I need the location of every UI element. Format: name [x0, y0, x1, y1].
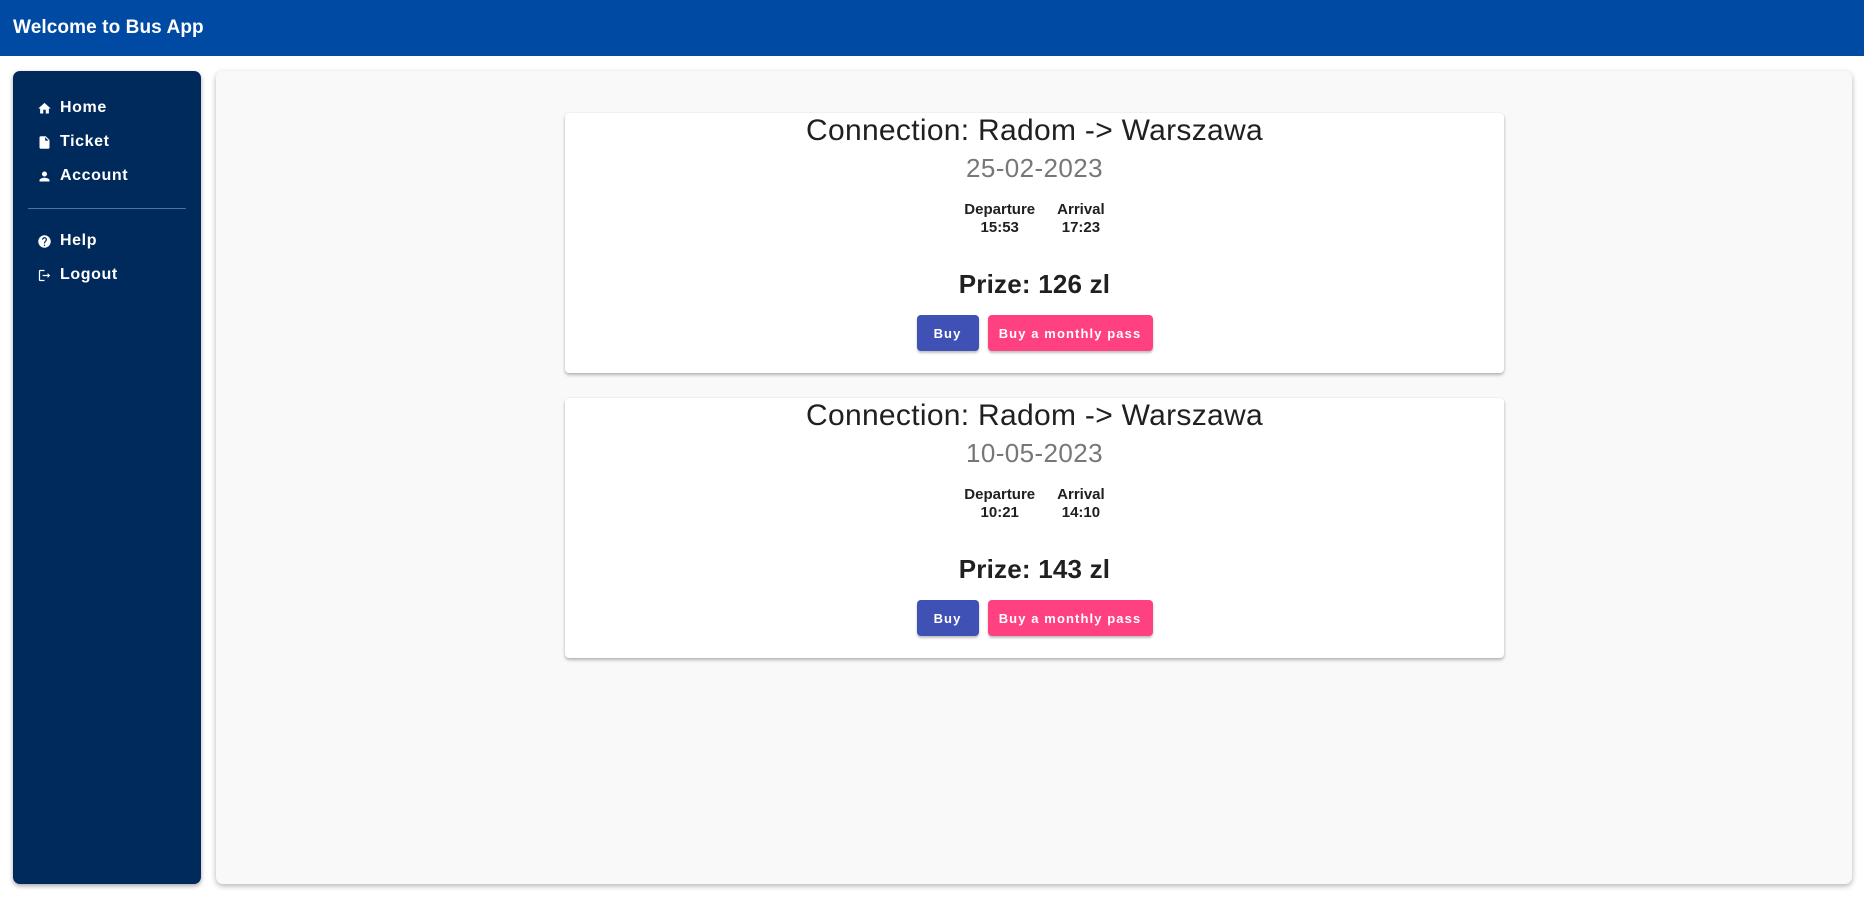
- main-content: Connection: Radom -> Warszawa 25-02-2023…: [216, 71, 1852, 884]
- card-actions: Buy Buy a monthly pass: [565, 315, 1504, 351]
- departure-time: 10:21: [980, 504, 1019, 521]
- buy-button[interactable]: Buy: [916, 315, 979, 351]
- arrival-block: Arrival 17:23: [1057, 201, 1105, 237]
- connection-date: 25-02-2023: [966, 153, 1103, 183]
- sidebar-item-label: Ticket: [60, 133, 110, 150]
- connection-title: Connection: Radom -> Warszawa: [806, 399, 1263, 432]
- sidebar-item-ticket[interactable]: Ticket: [13, 125, 201, 159]
- sidebar-item-home[interactable]: Home: [13, 91, 201, 125]
- arrival-block: Arrival 14:10: [1057, 486, 1105, 522]
- connection-card: Connection: Radom -> Warszawa 10-05-2023…: [565, 398, 1504, 658]
- sidebar-divider: [28, 208, 186, 209]
- arrival-label: Arrival: [1057, 486, 1105, 503]
- departure-label: Departure: [964, 486, 1036, 503]
- sidebar: Home Ticket Account Help Logout: [13, 71, 201, 884]
- app-toolbar: Welcome to Bus App: [0, 0, 1864, 56]
- buy-button[interactable]: Buy: [916, 600, 979, 636]
- home-icon: [36, 100, 52, 116]
- logout-icon: [36, 267, 52, 283]
- help-icon: [36, 233, 52, 249]
- app-title: Welcome to Bus App: [13, 17, 204, 38]
- departure-label: Departure: [964, 201, 1036, 218]
- arrival-label: Arrival: [1057, 201, 1105, 218]
- sidebar-item-label: Account: [60, 167, 129, 184]
- person-icon: [36, 168, 52, 184]
- sidebar-item-help[interactable]: Help: [13, 224, 201, 258]
- arrival-time: 17:23: [1061, 219, 1101, 236]
- arrival-time: 14:10: [1061, 504, 1101, 521]
- departure-block: Departure 15:53: [964, 201, 1035, 237]
- departure-block: Departure 10:21: [964, 486, 1035, 522]
- connection-times: Departure 15:53 Arrival 17:23: [565, 201, 1504, 237]
- connection-title: Connection: Radom -> Warszawa: [806, 114, 1263, 147]
- sidebar-item-logout[interactable]: Logout: [13, 258, 201, 292]
- sidebar-item-label: Logout: [60, 266, 118, 283]
- sidebar-item-label: Help: [60, 232, 98, 249]
- connection-price: Prize: 126 zl: [958, 269, 1111, 299]
- connection-card: Connection: Radom -> Warszawa 25-02-2023…: [565, 113, 1504, 373]
- buy-monthly-pass-button[interactable]: Buy a monthly pass: [987, 315, 1153, 351]
- departure-time: 15:53: [980, 219, 1019, 236]
- card-actions: Buy Buy a monthly pass: [565, 600, 1504, 636]
- document-icon: [36, 134, 52, 150]
- sidebar-item-account[interactable]: Account: [13, 159, 201, 193]
- connection-date: 10-05-2023: [966, 438, 1103, 468]
- connection-times: Departure 10:21 Arrival 14:10: [565, 486, 1504, 522]
- sidebar-item-label: Home: [60, 99, 107, 116]
- buy-monthly-pass-button[interactable]: Buy a monthly pass: [987, 600, 1153, 636]
- connection-price: Prize: 143 zl: [958, 554, 1111, 584]
